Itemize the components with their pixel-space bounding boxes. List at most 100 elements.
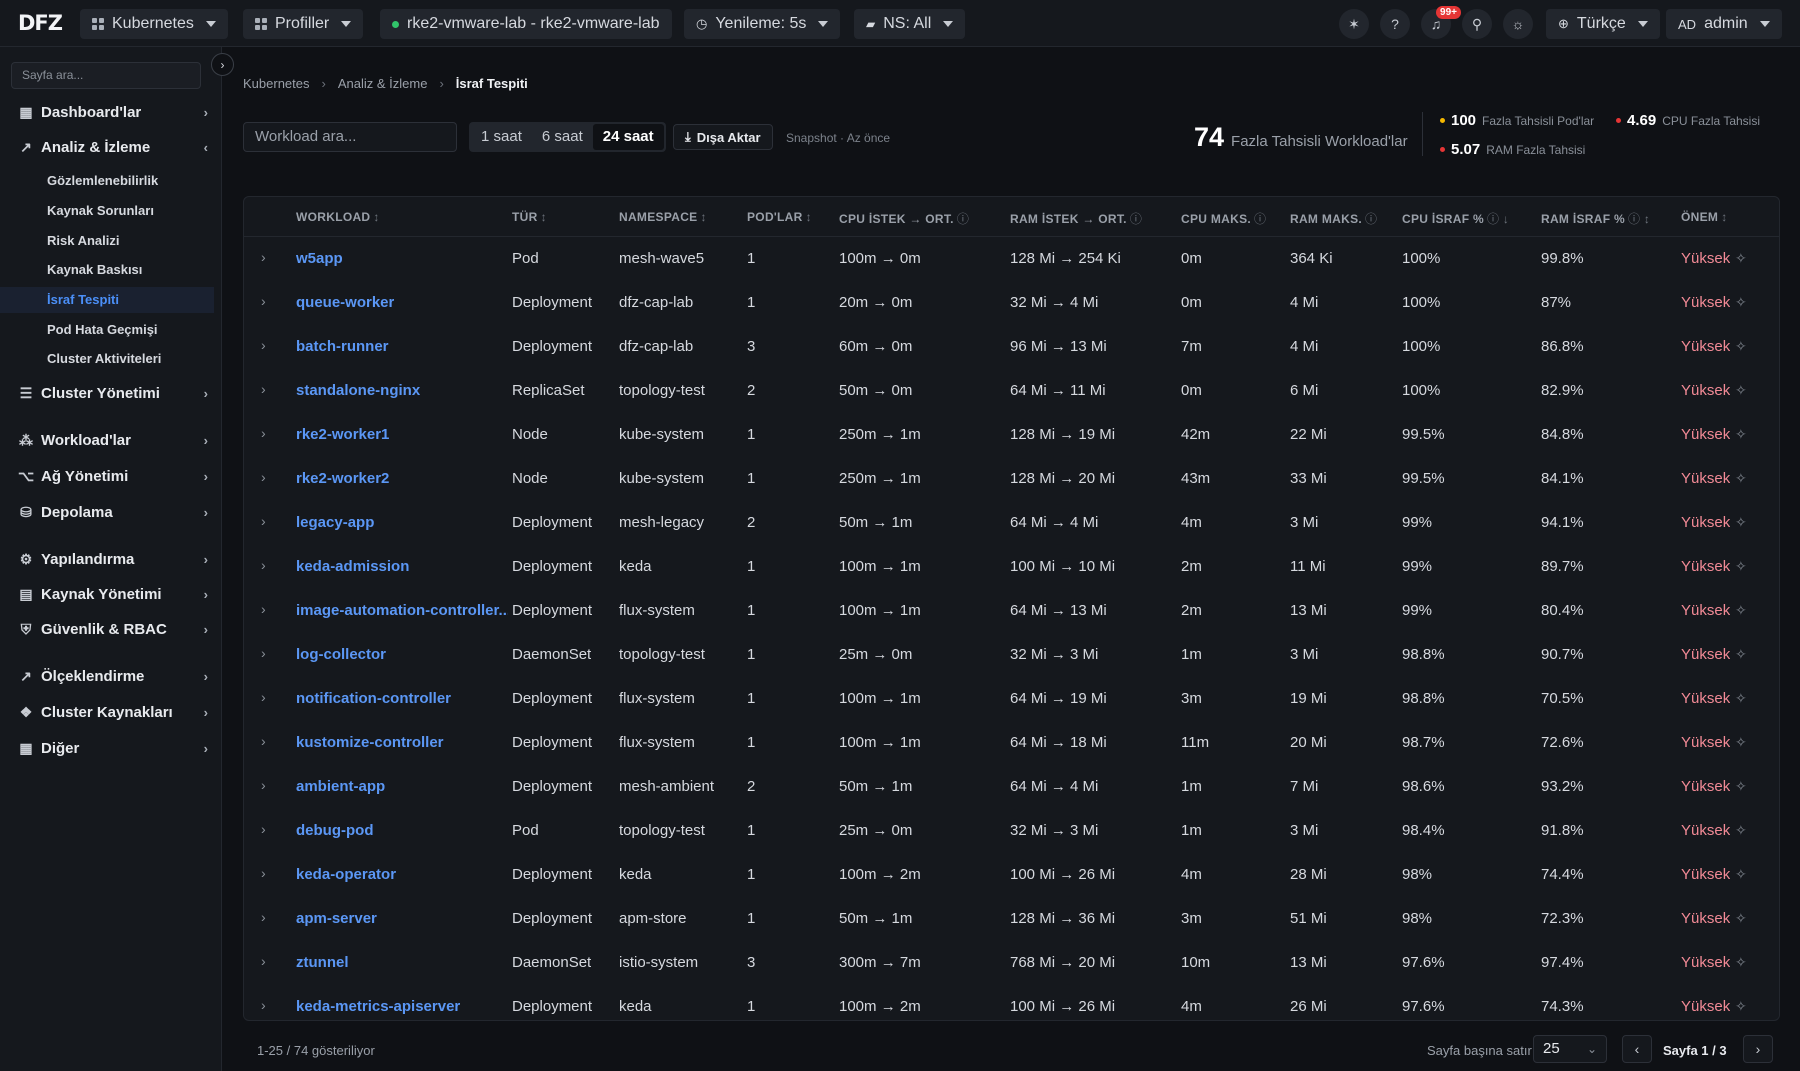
optimize-icon[interactable]: ✧: [1735, 910, 1747, 927]
sidebar-subitem-resource-pressure[interactable]: Kaynak Baskısı: [0, 257, 214, 283]
sidebar-item-other[interactable]: ▦ Diğer ›: [0, 733, 222, 763]
sidebar-item-workloads[interactable]: ⁂ Workload'lar ›: [0, 425, 222, 455]
export-button[interactable]: ⤓ Dışa Aktar: [673, 124, 773, 150]
table-row[interactable]: › keda-admission Deployment keda 1 100m → 1m 1…: [244, 545, 1779, 589]
sidebar-item-storage[interactable]: ⛁ Depolama ›: [0, 497, 222, 527]
sidebar-item-security[interactable]: ⛨ Güvenlik & RBAC ›: [0, 614, 222, 644]
expand-row-icon[interactable]: ›: [261, 865, 266, 881]
sidebar-search-input[interactable]: Sayfa ara...: [11, 62, 201, 89]
col-type[interactable]: TÜR ↕: [512, 210, 547, 224]
kubernetes-menu[interactable]: Kubernetes: [80, 9, 228, 39]
table-row[interactable]: › kustomize-controller Deployment flux-syst…: [244, 721, 1779, 765]
optimize-icon[interactable]: ✧: [1735, 690, 1747, 707]
expand-row-icon[interactable]: ›: [261, 601, 266, 617]
profiles-menu[interactable]: Profiller: [243, 9, 364, 39]
table-row[interactable]: › keda-metrics-apiserver Deployment keda 1 10…: [244, 985, 1779, 1020]
expand-row-icon[interactable]: ›: [261, 293, 266, 309]
notifications-button[interactable]: ♫ 99+: [1421, 6, 1461, 39]
cell-workload[interactable]: keda-admission: [296, 558, 409, 575]
table-row[interactable]: › ambient-app Deployment mesh-ambient 2 50m →…: [244, 765, 1779, 809]
help-button[interactable]: ?: [1380, 9, 1410, 39]
optimize-icon[interactable]: ✧: [1735, 294, 1747, 311]
optimize-icon[interactable]: ✧: [1735, 514, 1747, 531]
cluster-selector[interactable]: rke2-vmware-lab - rke2-vmware-lab: [380, 9, 672, 39]
col-workload[interactable]: WORKLOAD ↕: [296, 210, 380, 224]
table-row[interactable]: › standalone-nginx ReplicaSet topology-test…: [244, 369, 1779, 413]
optimize-icon[interactable]: ✧: [1735, 558, 1747, 575]
optimize-icon[interactable]: ✧: [1735, 734, 1747, 751]
sidebar-item-cluster-resources[interactable]: ❖ Cluster Kaynakları ›: [0, 697, 222, 727]
table-row[interactable]: › legacy-app Deployment mesh-legacy 2 50m → 1…: [244, 501, 1779, 545]
expand-row-icon[interactable]: ›: [261, 337, 266, 353]
expand-row-icon[interactable]: ›: [261, 425, 266, 441]
cell-workload[interactable]: keda-metrics-apiserver: [296, 998, 460, 1015]
col-ram-max[interactable]: RAM MAKS. ⓘ: [1290, 210, 1377, 227]
cell-workload[interactable]: debug-pod: [296, 822, 373, 839]
table-row[interactable]: › batch-runner Deployment dfz-cap-lab 3 60m →…: [244, 325, 1779, 369]
cell-workload[interactable]: ztunnel: [296, 954, 349, 971]
optimize-icon[interactable]: ✧: [1735, 822, 1747, 839]
sidebar-subitem-observability[interactable]: Gözlemlenebilirlik: [0, 168, 214, 194]
language-selector[interactable]: ⊕ Türkçe: [1546, 9, 1660, 39]
cell-workload[interactable]: legacy-app: [296, 514, 374, 531]
col-cpu-waste[interactable]: CPU İSRAF % ⓘ ↓: [1402, 210, 1509, 227]
workload-search-input[interactable]: Workload ara...: [243, 122, 457, 152]
cell-workload[interactable]: image-automation-controller...: [296, 602, 508, 619]
sidebar-subitem-waste-detection[interactable]: İsraf Tespiti: [0, 287, 214, 313]
col-namespace[interactable]: NAMESPACE ↕: [619, 210, 707, 224]
app-logo[interactable]: DFZ: [18, 11, 63, 35]
sidebar-collapse-button[interactable]: ›: [211, 53, 234, 76]
table-row[interactable]: › queue-worker Deployment dfz-cap-lab 1 20m →…: [244, 281, 1779, 325]
expand-row-icon[interactable]: ›: [261, 513, 266, 529]
expand-row-icon[interactable]: ›: [261, 821, 266, 837]
col-pods[interactable]: POD'LAR ↕: [747, 210, 812, 224]
expand-row-icon[interactable]: ›: [261, 733, 266, 749]
sidebar-item-configuration[interactable]: ⚙ Yapılandırma ›: [0, 544, 222, 574]
expand-row-icon[interactable]: ›: [261, 249, 266, 265]
cell-workload[interactable]: batch-runner: [296, 338, 389, 355]
expand-row-icon[interactable]: ›: [261, 997, 266, 1013]
cell-workload[interactable]: standalone-nginx: [296, 382, 420, 399]
sidebar-item-cluster-management[interactable]: ☰ Cluster Yönetimi ›: [0, 378, 222, 408]
optimize-icon[interactable]: ✧: [1735, 954, 1747, 971]
optimize-icon[interactable]: ✧: [1735, 646, 1747, 663]
cell-workload[interactable]: notification-controller: [296, 690, 451, 707]
optimize-icon[interactable]: ✧: [1735, 338, 1747, 355]
expand-row-icon[interactable]: ›: [261, 689, 266, 705]
table-row[interactable]: › rke2-worker2 Node kube-system 1 250m → 1m 12…: [244, 457, 1779, 501]
table-row[interactable]: › notification-controller Deployment flux-s…: [244, 677, 1779, 721]
col-ram-request[interactable]: RAM İSTEK → ORT. ⓘ: [1010, 210, 1142, 227]
prev-page-button[interactable]: ‹: [1622, 1035, 1652, 1063]
cell-workload[interactable]: log-collector: [296, 646, 386, 663]
col-ram-waste[interactable]: RAM İSRAF % ⓘ ↕: [1541, 210, 1650, 227]
expand-row-icon[interactable]: ›: [261, 909, 266, 925]
table-row[interactable]: › apm-server Deployment apm-store 1 50m → 1m 1…: [244, 897, 1779, 941]
optimize-icon[interactable]: ✧: [1735, 426, 1747, 443]
table-row[interactable]: › ztunnel DaemonSet istio-system 3 300m → 7m 7…: [244, 941, 1779, 985]
cell-workload[interactable]: ambient-app: [296, 778, 385, 795]
sidebar-subitem-pod-failure-history[interactable]: Pod Hata Geçmişi: [0, 317, 214, 343]
col-severity[interactable]: ÖNEM ↕: [1681, 210, 1728, 224]
table-row[interactable]: › w5app Pod mesh-wave5 1 100m → 0m 128 Mi → 25…: [244, 237, 1779, 281]
table-row[interactable]: › keda-operator Deployment keda 1 100m → 2m 10…: [244, 853, 1779, 897]
refresh-selector[interactable]: ◷ Yenileme: 5s: [684, 9, 841, 39]
next-page-button[interactable]: ›: [1743, 1035, 1773, 1063]
expand-row-icon[interactable]: ›: [261, 381, 266, 397]
sidebar-item-resource-management[interactable]: ▤ Kaynak Yönetimi ›: [0, 579, 222, 609]
optimize-icon[interactable]: ✧: [1735, 998, 1747, 1015]
table-row[interactable]: › rke2-worker1 Node kube-system 1 250m → 1m 12…: [244, 413, 1779, 457]
sidebar-subitem-cluster-activities[interactable]: Cluster Aktiviteleri: [0, 346, 214, 372]
optimize-icon[interactable]: ✧: [1735, 866, 1747, 883]
sidebar-subitem-resource-issues[interactable]: Kaynak Sorunları: [0, 198, 214, 224]
breadcrumb-analysis[interactable]: Analiz & İzleme: [338, 76, 428, 91]
range-6h-button[interactable]: 6 saat: [532, 124, 593, 150]
range-1h-button[interactable]: 1 saat: [471, 124, 532, 150]
cell-workload[interactable]: kustomize-controller: [296, 734, 444, 751]
user-menu[interactable]: AD admin: [1666, 9, 1782, 39]
ai-assistant-button[interactable]: ✶: [1339, 9, 1369, 39]
expand-row-icon[interactable]: ›: [261, 777, 266, 793]
cell-workload[interactable]: queue-worker: [296, 294, 394, 311]
expand-row-icon[interactable]: ›: [261, 469, 266, 485]
cell-workload[interactable]: keda-operator: [296, 866, 396, 883]
cell-workload[interactable]: rke2-worker2: [296, 470, 389, 487]
